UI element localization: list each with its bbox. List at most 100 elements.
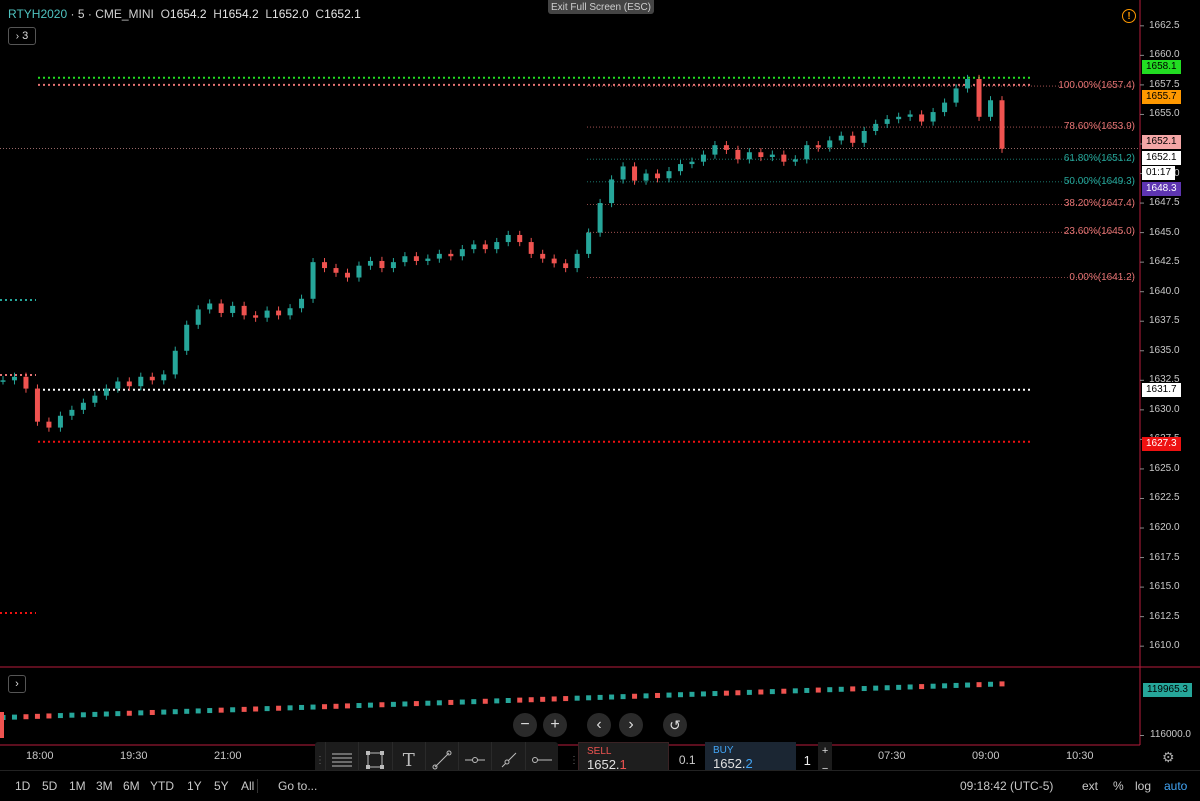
candle-body: [528, 242, 534, 254]
candle-body: [126, 381, 132, 387]
goto-date-button[interactable]: Go to...: [278, 779, 317, 793]
volume-bar: [758, 689, 764, 695]
timeframe-button-1m[interactable]: 1M: [69, 779, 86, 793]
volume-bar: [712, 691, 718, 697]
volume-bar: [471, 699, 477, 705]
price-tick-label: 1662.5: [1149, 19, 1180, 31]
auto-scale-toggle[interactable]: auto: [1164, 779, 1187, 793]
volume-bar: [413, 701, 419, 707]
volume-bar: [689, 691, 695, 697]
candle-body: [505, 234, 511, 243]
candle-body: [746, 152, 752, 160]
volume-pane-toggle-button[interactable]: ›: [8, 675, 26, 693]
fib-level-label: 38.20%(1647.4): [1063, 198, 1135, 210]
volume-bar: [356, 703, 362, 709]
reset-chart-button[interactable]: ↺: [663, 713, 687, 737]
volume-bar: [482, 698, 488, 704]
timeframe-button-all[interactable]: All: [241, 779, 254, 793]
candle-body: [976, 78, 982, 117]
candle-body: [103, 388, 109, 396]
candle-body: [586, 232, 592, 254]
percent-scale-toggle[interactable]: %: [1113, 779, 1124, 793]
timeframe-button-1d[interactable]: 1D: [15, 779, 30, 793]
candle-body: [80, 402, 86, 410]
symbol-name[interactable]: RTYH2020: [8, 7, 67, 21]
volume-bar: [873, 685, 879, 691]
open-value: 1654.2: [169, 7, 207, 21]
axes: [0, 0, 1200, 746]
volume-tick-mark: [1140, 735, 1144, 736]
volume-bar: [505, 698, 511, 703]
chart-settings-icon[interactable]: ⚙: [1162, 749, 1175, 766]
timeframe-button-1y[interactable]: 1Y: [187, 779, 202, 793]
candle-body: [23, 376, 29, 389]
clock[interactable]: 09:18:42 (UTC-5): [960, 779, 1053, 793]
volume-bar: [746, 689, 752, 695]
volume-bar: [907, 684, 913, 690]
candle-body: [34, 388, 40, 422]
fib-level-label: 50.00%(1649.3): [1063, 175, 1135, 187]
chevron-right-icon: ›: [15, 30, 20, 42]
price-tick-label: 1655.0: [1149, 108, 1180, 120]
indicators-toggle-button[interactable]: › 3: [8, 27, 36, 45]
candle-body: [907, 114, 913, 117]
candle-body: [322, 262, 328, 269]
volume-bar: [988, 681, 994, 687]
timeframe-button-ytd[interactable]: YTD: [150, 779, 174, 793]
timeframe-button-5y[interactable]: 5Y: [214, 779, 229, 793]
quantity-increase-button[interactable]: +: [818, 742, 832, 760]
candle-body: [425, 258, 431, 261]
candle-body: [758, 152, 764, 157]
volume-bar: [322, 704, 328, 710]
candle-body: [769, 154, 775, 157]
zoom-in-button[interactable]: +: [543, 713, 567, 737]
volume-bar: [425, 700, 431, 706]
volume-bar: [896, 684, 902, 690]
fib-level-label: 78.60%(1653.9): [1063, 121, 1135, 133]
scroll-left-button[interactable]: ‹: [587, 713, 611, 737]
price-tick-label: 1635.0: [1149, 344, 1180, 356]
alert-icon[interactable]: !: [1122, 9, 1136, 23]
fib-level-label: 61.80%(1651.2): [1063, 153, 1135, 165]
price-tag: 1652.1: [1142, 135, 1181, 149]
volume-bar: [34, 713, 40, 719]
extended-hours-toggle[interactable]: ext: [1082, 779, 1098, 793]
volume-bar: [861, 686, 867, 692]
candle-body: [356, 265, 362, 278]
volume-bar: [11, 714, 17, 720]
price-tick-label: 1640.0: [1149, 285, 1180, 297]
candle-body: [942, 102, 948, 113]
timeframe-button-3m[interactable]: 3M: [96, 779, 113, 793]
log-scale-toggle[interactable]: log: [1135, 779, 1151, 793]
candle-body: [551, 258, 557, 264]
close-value: 1652.1: [324, 7, 361, 21]
high-value: 1654.2: [221, 7, 259, 21]
text-icon: T: [402, 749, 415, 771]
volume-bar: [655, 692, 661, 698]
price-tag: 1631.7: [1142, 383, 1181, 397]
buy-price-tail: 2: [745, 756, 753, 771]
chart-canvas[interactable]: [0, 0, 1200, 800]
candle-body: [609, 179, 615, 204]
timeframe-button-6m[interactable]: 6M: [123, 779, 140, 793]
scroll-right-button[interactable]: ›: [619, 713, 643, 737]
volume-bar: [700, 691, 706, 697]
zoom-out-button[interactable]: −: [513, 713, 537, 737]
candle-body: [930, 112, 936, 122]
volume-bar: [92, 711, 98, 717]
symbol-legend[interactable]: RTYH2020 · 5 · CME_MINI O1654.2 H1654.2 …: [8, 7, 361, 21]
volume-bar: [632, 693, 638, 699]
volume-bar: [643, 693, 649, 699]
exit-fullscreen-button[interactable]: Exit Full Screen (ESC): [548, 0, 654, 14]
candle-body: [287, 308, 293, 316]
timeframe-button-5d[interactable]: 5D: [42, 779, 57, 793]
volume-bar: [666, 692, 672, 698]
volume-bar: [827, 687, 833, 693]
candle-body: [195, 309, 201, 325]
price-tick-label: 1617.5: [1149, 551, 1180, 563]
volume-bar: [46, 713, 52, 719]
candle-body: [482, 244, 488, 250]
candle-body: [69, 409, 75, 416]
candle-body: [115, 381, 121, 389]
fib-icon: [332, 753, 353, 767]
